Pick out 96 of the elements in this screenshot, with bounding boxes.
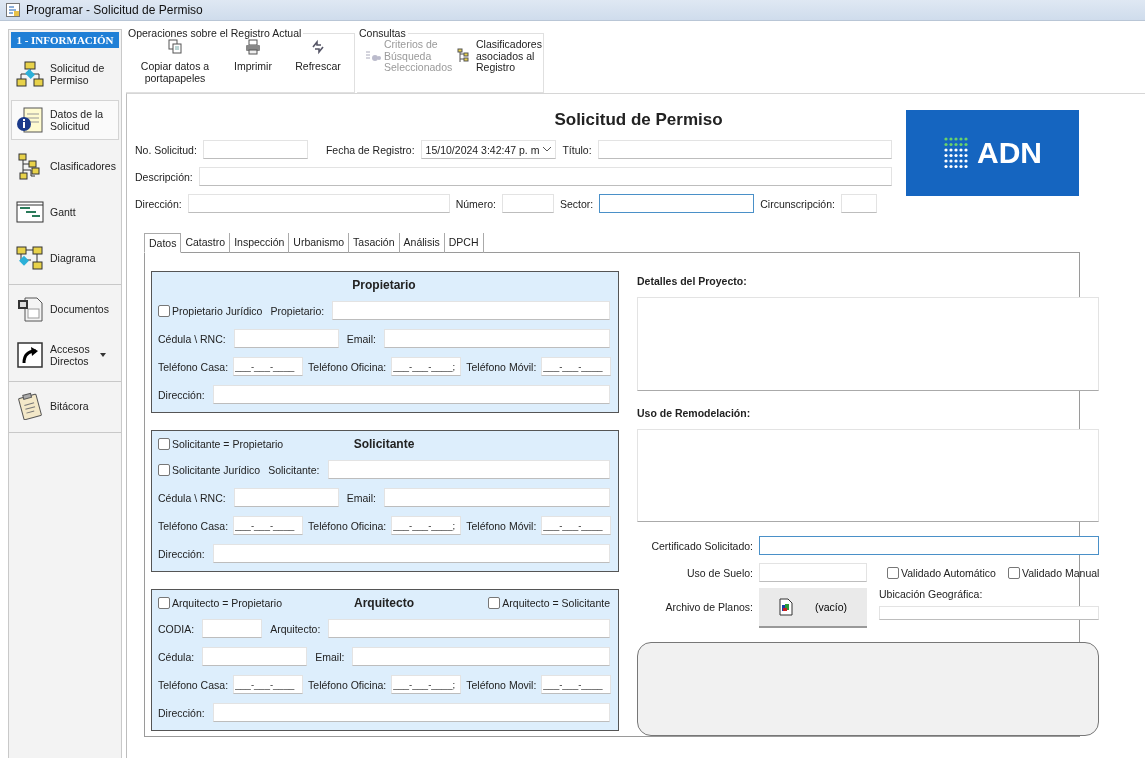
text-area[interactable]: [637, 428, 1100, 523]
info-document-icon: [16, 106, 44, 134]
app-icon: [6, 3, 20, 17]
text-field[interactable]: ___-___-____: [233, 357, 304, 376]
tab[interactable]: Tasación: [349, 233, 400, 253]
field-label: Teléfono Móvil:: [466, 519, 537, 532]
field-label: Teléfono Oficina:: [308, 360, 387, 373]
tab[interactable]: Catastro: [181, 233, 231, 253]
checkbox[interactable]: Solicitante = Propietario: [158, 438, 284, 450]
field-label: Cédula:: [158, 650, 195, 663]
field-label: Certificado Solicitado:: [650, 539, 753, 552]
section-title: Solicitante: [353, 437, 415, 451]
field-label: Circunscripción:: [760, 197, 835, 210]
text-area[interactable]: [637, 297, 1100, 391]
documents-icon: [16, 295, 44, 323]
tab[interactable]: Urbanismo: [289, 233, 350, 253]
sidebar-header: 1 - INFORMACIÓN: [11, 32, 119, 48]
field-label: Fecha de Registro:: [325, 143, 415, 156]
section-title: Arquitecto: [354, 596, 414, 610]
text-field[interactable]: ___-___-____;: [391, 357, 462, 376]
field-label: Dirección:: [135, 197, 182, 210]
field-label: Propietario:: [270, 304, 325, 317]
field-label: Teléfono Oficina:: [308, 678, 387, 691]
diagram-icon: [16, 244, 44, 272]
sidebar-item[interactable]: Datos de la Solicitud: [11, 100, 119, 140]
field-label: CODIA:: [158, 622, 195, 635]
toolbar-button[interactable]: Copiar datos a portapapeles: [130, 39, 220, 84]
field-label: Solicitante:: [268, 463, 320, 476]
field-label: Email:: [346, 332, 376, 345]
sidebar-item[interactable]: Accesos Directos: [11, 335, 119, 375]
text-field[interactable]: ___-___-____: [541, 516, 612, 535]
field-label: Archivo de Planos:: [664, 601, 753, 614]
media-file-icon: [778, 598, 793, 617]
text-field[interactable]: ___-___-____: [233, 516, 304, 535]
text-field[interactable]: [759, 536, 1100, 556]
field-label: Sector:: [559, 197, 594, 210]
field-label: Dirección:: [158, 547, 205, 560]
toolbar-button[interactable]: Imprimir: [224, 39, 282, 73]
form-title: Solicitud de Permiso: [553, 109, 724, 131]
group-title: Operaciones sobre el Registro Actual: [127, 27, 303, 39]
field-label: Teléfono Móvil:: [466, 360, 537, 373]
field-label: Número:: [455, 197, 496, 210]
field-label: Teléfono Casa:: [158, 519, 229, 532]
field-label: No. Solicitud:: [135, 143, 197, 156]
field-label: Arquitecto:: [270, 622, 321, 635]
tab[interactable]: Datos: [144, 233, 182, 253]
field-label: Teléfono Casa:: [158, 360, 229, 373]
sidebar-item[interactable]: Clasificadores: [11, 146, 119, 186]
copy-icon: [167, 39, 183, 55]
field-label: Uso de Suelo:: [686, 566, 753, 579]
field-label: Detalles del Proyecto:: [637, 275, 748, 287]
window-title: Programar - Solicitud de Permiso: [26, 3, 203, 17]
text-field[interactable]: ___-___-____: [233, 675, 304, 694]
toolbar-button[interactable]: Refrescar: [286, 39, 350, 73]
text-field[interactable]: [599, 194, 755, 213]
sidebar-item[interactable]: Diagrama: [11, 238, 119, 278]
tab[interactable]: Análisis: [399, 233, 445, 253]
logo: ADN: [906, 110, 1079, 196]
chevron-down-icon: [543, 147, 552, 152]
checkbox[interactable]: Propietario Jurídico: [158, 304, 263, 317]
field-label: Uso de Remodelación:: [637, 406, 752, 419]
network-icon: [16, 60, 44, 88]
field-label: Email:: [346, 491, 376, 504]
sidebar-item[interactable]: Solicitud de Permiso: [11, 54, 119, 94]
checkbox[interactable]: Solicitante Jurídico: [158, 463, 261, 476]
group-title: Consultas: [358, 27, 407, 39]
gantt-chart-icon: [16, 198, 44, 226]
field-label: Cédula \ RNC:: [158, 491, 226, 504]
sidebar-item[interactable]: Bitácora: [11, 386, 119, 426]
checkbox[interactable]: Arquitecto = Propietario: [158, 597, 283, 609]
text-field[interactable]: ___-___-____: [541, 357, 612, 376]
sidebar-item[interactable]: Gantt: [11, 192, 119, 232]
field-label: Teléfono Movil:: [466, 678, 537, 691]
text-field[interactable]: ___-___-____;: [391, 516, 462, 535]
field-label: Cédula \ RNC:: [158, 332, 226, 345]
tab[interactable]: Inspección: [230, 233, 290, 253]
printer-icon: [245, 39, 261, 55]
field-label: Teléfono Casa:: [158, 678, 229, 691]
field-label: Título:: [562, 143, 592, 156]
checkbox[interactable]: Arquitecto = Solicitante: [488, 597, 610, 609]
field-label: Dirección:: [158, 388, 205, 401]
field-label: Descripción:: [135, 170, 193, 183]
text-field[interactable]: ___-___-____;: [391, 675, 462, 694]
refresh-icon: [310, 39, 326, 55]
text-field[interactable]: ___-___-____: [541, 675, 612, 694]
field-label: Ubicación Geográfica:: [879, 588, 984, 601]
file-button[interactable]: (vacío): [759, 588, 867, 629]
sidebar-item[interactable]: Documentos: [11, 289, 119, 329]
field-label: Dirección:: [158, 706, 205, 719]
tab[interactable]: DPCH: [444, 233, 484, 253]
field-label: Email:: [315, 650, 345, 663]
date-dropdown[interactable]: 15/10/2024 3:42:47 p. m: [420, 140, 557, 159]
checkbox[interactable]: Validado Automático: [887, 566, 996, 579]
field-label: Teléfono Oficina:: [308, 519, 387, 532]
checkbox[interactable]: Validado Manual: [1007, 566, 1100, 579]
section-title: Propietario: [352, 278, 416, 292]
